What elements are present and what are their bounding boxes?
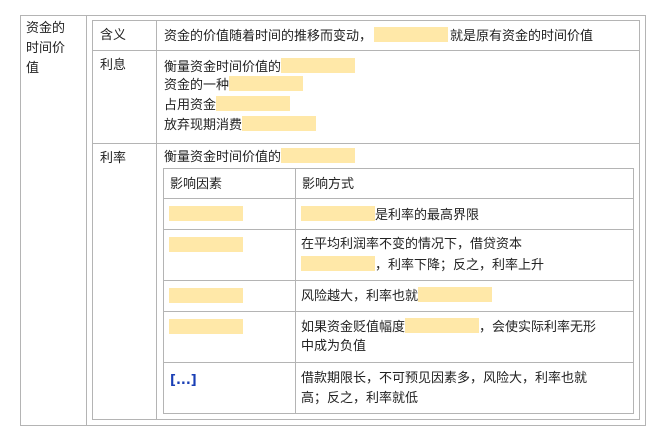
meaning-label: 含义 [100, 28, 127, 43]
rate-label: 利率 [100, 151, 127, 166]
interest-label: 利息 [100, 58, 127, 73]
effect-blank-1 [301, 206, 375, 221]
effect-blank-2 [301, 256, 375, 271]
interest-blank-4 [242, 116, 317, 131]
factor-row-divider-5 [163, 362, 634, 363]
effect-blank-3 [418, 287, 493, 302]
factor-row-divider-4 [163, 311, 634, 312]
interest-line-4: 放弃现期消费 [164, 116, 317, 135]
interest-blank-2 [229, 76, 304, 91]
topic-line-1: 资金的 [26, 21, 66, 36]
interest-line-1: 衡量资金时间价值的 [164, 58, 356, 77]
interest-line-2: 资金的一种 [164, 76, 304, 95]
effect-row-4-text-after: ，会使实际利率无形 [479, 320, 597, 335]
row-divider-2 [92, 143, 640, 144]
meaning-blank [374, 27, 449, 42]
factor-blank-1 [169, 206, 243, 221]
factor-header: 影响因素 [170, 177, 223, 192]
factor-row-divider-3 [163, 280, 634, 281]
effect-row-5-line-1: 借款期限长，不可预见因素多，风险大，利率也就 [301, 371, 588, 386]
effect-row-3: 风险越大，利率也就 [301, 287, 493, 306]
effect-row-2-line-2: ，利率下降；反之，利率上升 [301, 256, 544, 275]
factor-blank-3 [169, 288, 243, 303]
effect-row-2-line-1: 在平均利润率不变的情况下，借贷资本 [301, 237, 523, 252]
effect-row-4-line-2: 中成为负值 [301, 339, 367, 354]
meaning-text-after: 就是原有资金的时间价值 [450, 29, 594, 44]
factor-expand-link[interactable]: [...] [170, 372, 197, 390]
interest-line-2-text: 资金的一种 [164, 78, 230, 93]
interest-blank-3 [216, 96, 291, 111]
effect-blank-4 [405, 318, 480, 333]
effect-row-4-text-before: 如果资金贬值幅度 [301, 320, 406, 335]
effect-row-1: 是利率的最高界限 [301, 206, 479, 225]
rate-intro-blank [281, 148, 356, 163]
interest-line-3: 占用资金 [164, 96, 291, 115]
factor-row-divider-1 [163, 198, 634, 199]
effect-row-5-line-2: 高；反之，利率就低 [301, 391, 419, 406]
topic-divider [86, 15, 87, 426]
interest-line-3-text: 占用资金 [164, 98, 217, 113]
meaning-text: 资金的价值随着时间的推移而变动， 就是原有资金的时间价值 [164, 27, 593, 46]
effect-header: 影响方式 [302, 177, 355, 192]
effect-row-3-text: 风险越大，利率也就 [301, 289, 419, 304]
interest-line-1-text: 衡量资金时间价值的 [164, 60, 282, 75]
factor-row-divider-2 [163, 229, 634, 230]
rate-intro-text: 衡量资金时间价值的 [164, 150, 282, 165]
topic-line-2: 时间价 [26, 41, 66, 56]
factor-blank-4 [169, 319, 243, 334]
effect-row-4-line-1: 如果资金贬值幅度 ，会使实际利率无形 [301, 318, 596, 337]
factor-blank-2 [169, 237, 243, 252]
topic-line-3: 值 [26, 61, 40, 76]
rate-intro: 衡量资金时间价值的 [164, 148, 356, 167]
label-divider [156, 20, 157, 420]
row-divider-1 [92, 50, 640, 51]
effect-row-2-line-2-text: ，利率下降；反之，利率上升 [375, 258, 545, 273]
effect-row-1-text: 是利率的最高界限 [375, 208, 480, 223]
interest-line-4-text: 放弃现期消费 [164, 118, 243, 133]
meaning-text-before: 资金的价值随着时间的推移而变动， [164, 29, 373, 44]
factor-col-divider [295, 168, 296, 414]
interest-blank-1 [281, 58, 356, 73]
